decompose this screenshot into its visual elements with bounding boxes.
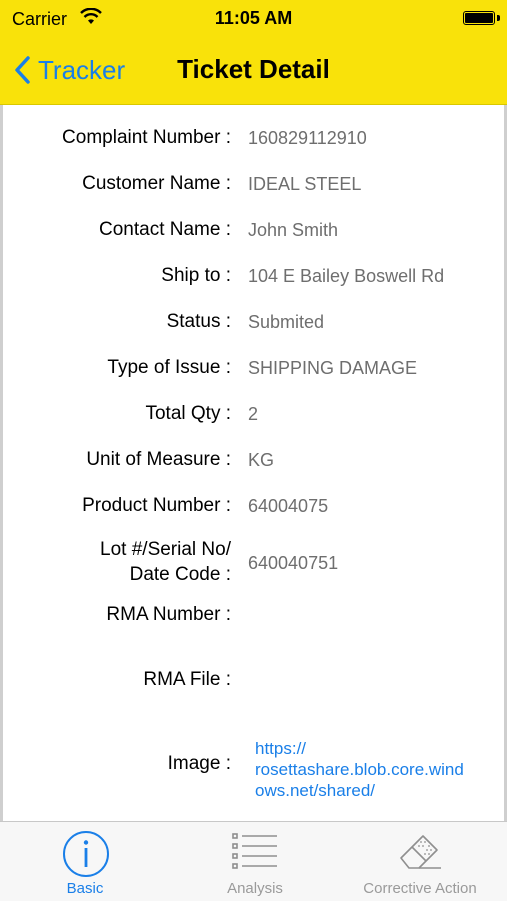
page-title: Ticket Detail — [0, 54, 507, 85]
field-label: Status : — [166, 311, 231, 332]
field-value: 104 E Bailey Boswell Rd — [248, 266, 445, 286]
image-link-line: rosettashare.blob.core.wind — [255, 760, 464, 779]
eraser-icon — [400, 835, 441, 869]
field-label: Ship to : — [161, 265, 231, 286]
tab-bar: Basic Analysis Corrective Action — [0, 821, 507, 901]
page-title-text: Ticket Detail — [177, 54, 330, 84]
field-value: KG — [248, 450, 275, 470]
field-label: Unit of Measure : — [86, 449, 231, 470]
field-value: 160829112910 — [248, 128, 367, 148]
status-bar: Carrier 11:05 AM — [0, 0, 507, 36]
field-label: Contact Name : — [99, 219, 231, 240]
field-label: Complaint Number : — [62, 127, 231, 148]
field-value: SHIPPING DAMAGE — [248, 358, 418, 378]
tab-corrective-action[interactable]: Corrective Action — [345, 822, 495, 901]
clock: 11:05 AM — [214, 8, 293, 28]
tab-corrective-action-label: Corrective Action — [363, 880, 477, 897]
image-link-line: ows.net/shared/ — [255, 781, 376, 800]
tab-analysis-label: Analysis — [227, 880, 283, 897]
battery-nub — [497, 15, 500, 21]
field-label: Customer Name : — [82, 173, 231, 194]
field-label: Image : — [167, 753, 231, 774]
image-link[interactable]: https:// rosettashare.blob.core.wind ows… — [255, 738, 495, 801]
field-value: 2 — [248, 404, 259, 424]
field-label-line1: Lot #/Serial No/ — [100, 539, 231, 560]
header: Carrier 11:05 AM Tracker Ticket Detail — [0, 0, 507, 105]
field-label: Type of Issue : — [107, 357, 231, 378]
tab-basic[interactable]: Basic — [20, 822, 150, 901]
field-value: John Smith — [248, 220, 339, 240]
field-value: IDEAL STEEL — [248, 174, 362, 194]
field-label: RMA File : — [143, 669, 231, 690]
field-value: 640040751 — [248, 553, 339, 573]
field-value: 64004075 — [248, 496, 329, 516]
tab-basic-label: Basic — [66, 880, 104, 897]
field-label: RMA Number : — [106, 604, 231, 625]
battery-icon — [463, 11, 495, 25]
image-link-line: https:// — [255, 739, 307, 758]
field-value: Submited — [248, 312, 325, 332]
field-label: Total Qty : — [145, 403, 231, 424]
field-label-line2: Date Code : — [129, 564, 231, 585]
tab-analysis[interactable]: Analysis — [190, 822, 320, 901]
info-icon — [63, 831, 109, 877]
list-icon — [232, 833, 277, 869]
field-label: Product Number : — [82, 495, 231, 516]
